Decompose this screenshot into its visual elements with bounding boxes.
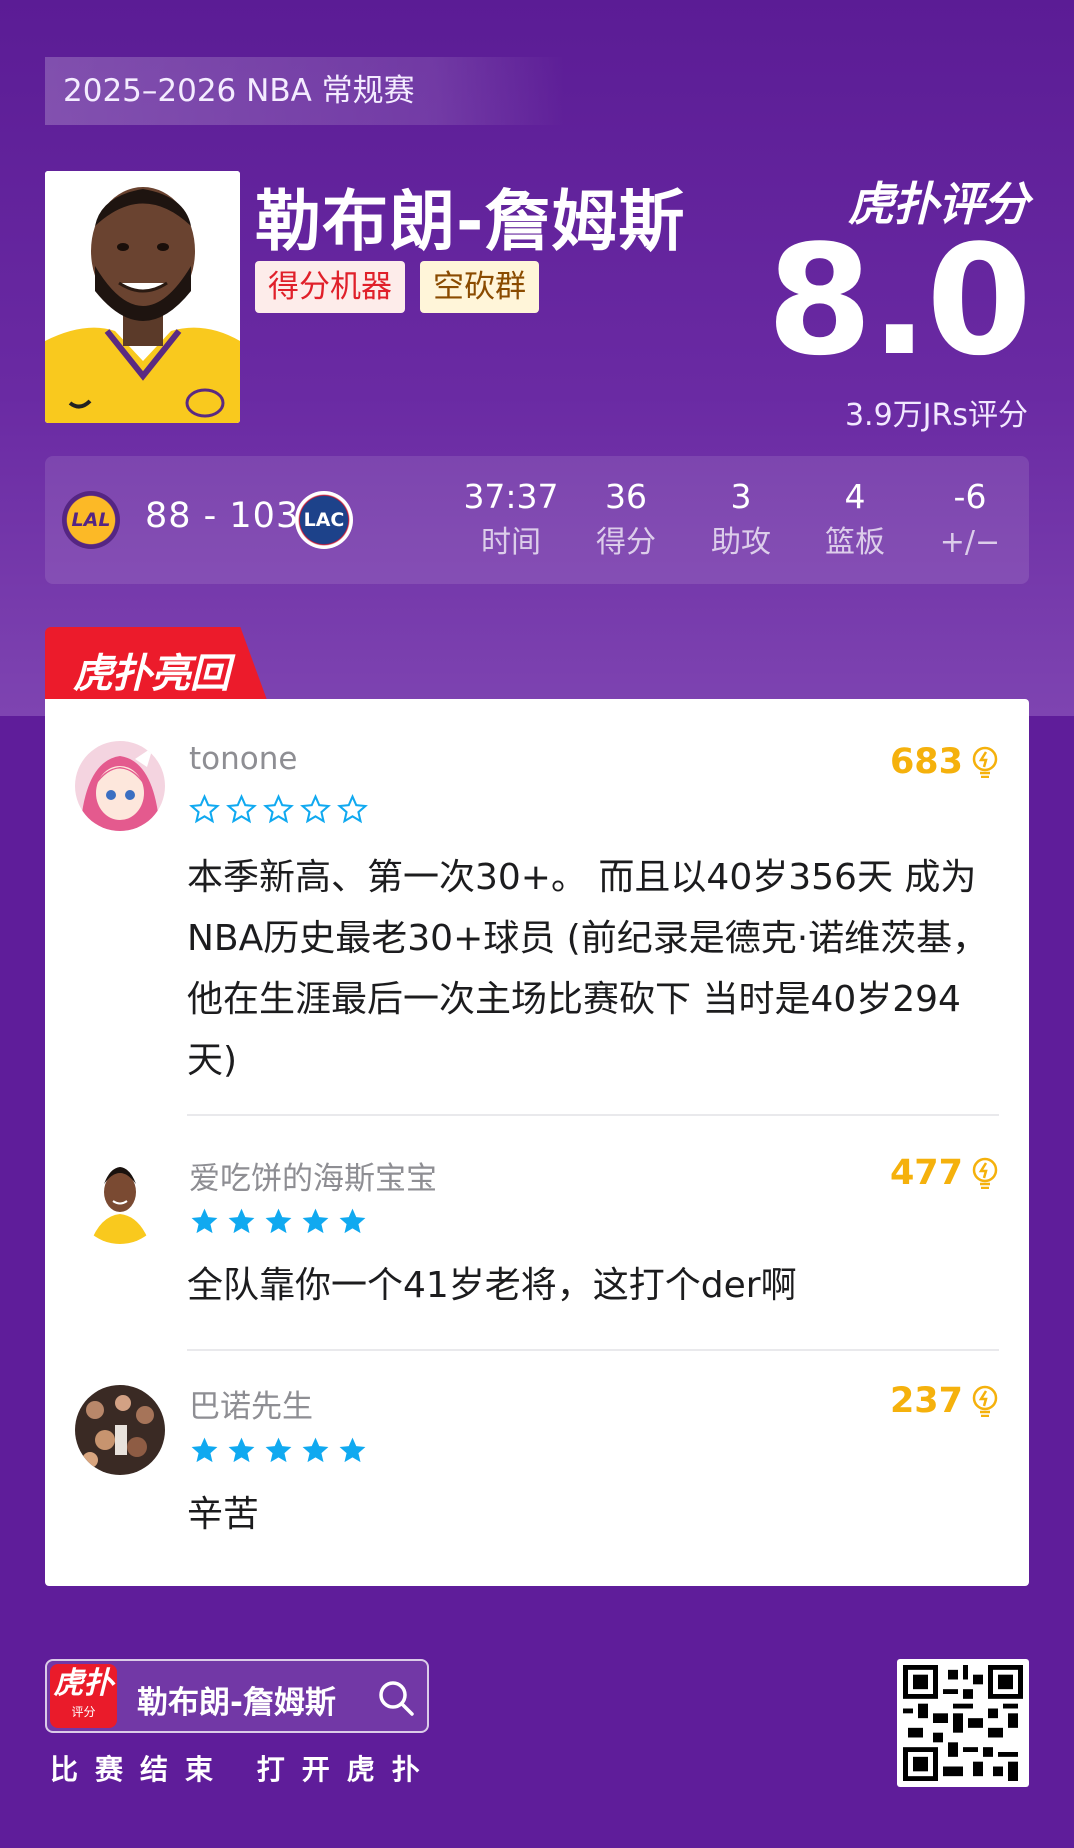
hupu-app-icon: 虎扑 评分 [50,1664,117,1728]
like-count-value: 683 [889,742,963,782]
stat-minutes: 37:37 时间 [456,474,566,566]
comment-text: 全队靠你一个41岁老将，这打个der啊 [187,1265,797,1306]
username[interactable]: 爱吃饼的海斯宝宝 [189,1153,437,1198]
like-icon[interactable] [971,1385,999,1417]
username[interactable]: 巴诺先生 [189,1381,313,1426]
highlight-replies-tab: 虎扑亮回复 [45,627,267,700]
star-outline-icon [300,794,331,824]
divider [187,1349,999,1351]
search-box[interactable]: 虎扑 评分 勒布朗-詹姆斯 [45,1659,429,1733]
star-filled-icon [302,1208,329,1234]
game-stats-bar: LAL 88 - 103 LAC 37:37 时间 36 得分 3 助攻 4 篮… [45,456,1029,584]
avatar[interactable] [75,1385,165,1475]
star-filled-icon [302,1437,329,1463]
like-count[interactable]: 683 [890,742,999,782]
game-score: 88 - 103 [145,496,300,536]
stat-rebounds: 4 篮板 [800,474,910,566]
qr-code[interactable] [897,1659,1029,1787]
player-tags: 得分机器 空砍群 [255,261,539,313]
like-count-value: 237 [889,1381,963,1421]
username[interactable]: tonone [189,741,297,777]
star-filled-icon [191,1437,218,1463]
stat-points: 36 得分 [571,474,681,566]
search-text[interactable]: 勒布朗-詹姆斯 [137,1677,336,1722]
lakers-logo-icon: LAL [62,491,120,549]
star-filled-icon [265,1437,292,1463]
star-outline-icon [189,794,220,824]
rating-score: 8.0 [766,212,1032,389]
player-name: 勒布朗-詹姆斯 [255,183,686,260]
tag-scoring-machine[interactable]: 得分机器 [255,261,405,313]
app-icon-sub: 评分 [71,1705,96,1719]
stat-label: 得分 [596,525,656,560]
star-filled-icon [228,1437,255,1463]
comment-text: 辛苦 [187,1494,260,1535]
rating-stars-full [189,1435,368,1466]
stat-label: 时间 [481,525,541,560]
star-outline-icon [337,794,368,824]
like-count-value: 477 [889,1153,963,1193]
star-filled-icon [191,1208,218,1234]
stat-value: 36 [605,477,647,516]
like-icon[interactable] [971,1157,999,1189]
stat-label: 篮板 [825,525,885,560]
search-icon[interactable] [377,1679,415,1717]
comment-text: 本季新高、第一次30+。 而且以40岁356天 成为NBA历史最老30+球员 (… [187,857,989,1081]
avatar[interactable] [75,741,165,831]
rating-count: 3.9万JRs评分 [844,398,1028,433]
avatar[interactable] [75,1154,165,1244]
stat-plus-minus: -6 +/− [915,474,1025,566]
tag-empty-stats[interactable]: 空砍群 [420,261,539,313]
stat-label: +/− [939,525,1001,560]
clippers-logo-icon: LAC [295,491,353,549]
rating-stars-full [189,1206,368,1237]
stat-value: -6 [953,477,987,516]
divider [187,1114,999,1116]
star-filled-icon [339,1208,366,1234]
stat-value: 37:37 [463,477,559,516]
stat-assists: 3 助攻 [686,474,796,566]
stat-label: 助攻 [711,525,771,560]
star-filled-icon [265,1208,292,1234]
stat-value: 3 [730,477,752,516]
like-icon[interactable] [971,746,999,778]
like-count[interactable]: 477 [890,1153,999,1193]
player-photo [45,171,240,423]
star-outline-icon [226,794,257,824]
star-filled-icon [339,1437,366,1463]
rating-stars-empty [189,794,368,825]
stat-value: 4 [844,477,866,516]
star-filled-icon [228,1208,255,1234]
app-icon-main: 虎扑 [53,1666,114,1701]
season-label: 2025–2026 NBA 常规赛 [45,57,565,125]
footer-caption: 比赛结束 打开虎扑 [50,1753,437,1786]
star-outline-icon [263,794,294,824]
comments-card: tonone 683 本季新高、第一次30+。 而且以40岁356天 成为NBA… [45,699,1029,1586]
like-count[interactable]: 237 [890,1381,999,1421]
